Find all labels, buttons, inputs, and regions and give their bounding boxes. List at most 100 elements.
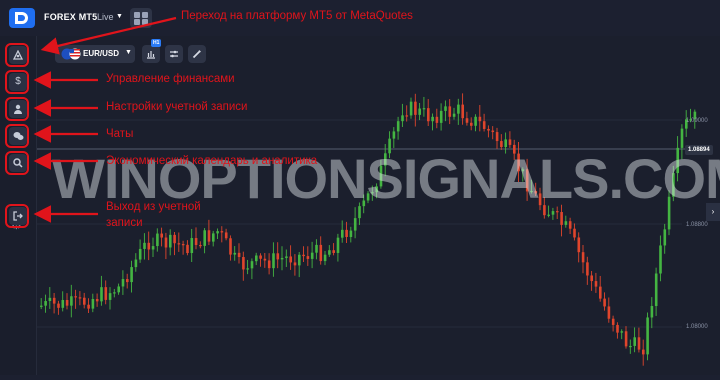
candle-body: [457, 104, 460, 114]
eur-usd-flag-icon: [61, 48, 81, 60]
candle-body: [392, 131, 396, 139]
candle-body: [461, 104, 464, 119]
pair-label: EUR/USD: [83, 49, 120, 58]
candle-body: [306, 256, 310, 259]
candle-body: [65, 300, 69, 306]
candle-body: [478, 116, 482, 122]
candle-body: [414, 101, 417, 115]
brand-name: FOREX MT5: [44, 12, 98, 22]
candle-body: [616, 324, 619, 333]
candle-body: [452, 113, 456, 117]
candle-body: [405, 115, 409, 117]
candle-body: [341, 229, 344, 238]
candle-body: [104, 287, 108, 300]
indicators-button[interactable]: [165, 45, 183, 63]
candle-body: [611, 318, 615, 325]
candle-body: [508, 139, 512, 145]
broker-logo-icon[interactable]: [9, 8, 35, 28]
candle-body: [255, 255, 258, 262]
candle-body: [289, 256, 292, 263]
account-mode[interactable]: Live: [97, 12, 114, 22]
candle-body: [336, 237, 340, 253]
highlight-frame: [5, 97, 29, 121]
candle-body: [474, 116, 477, 126]
timeframe-badge: H1: [151, 39, 162, 47]
candle-body: [319, 244, 323, 262]
candle-body: [633, 337, 636, 346]
candle-body: [169, 234, 172, 248]
candle-body: [242, 257, 245, 270]
candle-body: [310, 252, 314, 259]
candle-body: [624, 331, 628, 347]
candle-body: [263, 258, 267, 261]
candle-body: [121, 279, 125, 287]
grid-icon-cell: [142, 19, 148, 25]
price-tick: 1.08000: [686, 324, 708, 330]
candle-body: [147, 242, 151, 250]
price-tick: 1.09000: [686, 118, 708, 124]
candle-body: [345, 229, 348, 237]
grid-icon-cell: [134, 19, 140, 25]
chevron-down-icon[interactable]: ▼: [116, 13, 123, 20]
price-tick: 1.08800: [686, 222, 708, 228]
candle-body: [194, 238, 198, 245]
candle-body: [143, 242, 146, 249]
candle-body: [250, 261, 254, 269]
drawing-button[interactable]: [188, 45, 206, 63]
candle-body: [431, 116, 434, 122]
candle-body: [353, 218, 357, 231]
candle-body: [465, 118, 469, 123]
candle-body: [40, 305, 43, 307]
pair-selector[interactable]: EUR/USD ▼: [55, 45, 135, 63]
candle-body: [349, 230, 353, 237]
candle-body: [495, 132, 499, 142]
candle-body: [108, 293, 112, 300]
candle-body: [285, 256, 288, 258]
grid-icon-cell: [142, 12, 148, 18]
chart-type-button[interactable]: [142, 45, 160, 63]
highlight-frame: [5, 204, 29, 228]
candle-body: [547, 214, 550, 216]
candle-body: [95, 299, 99, 302]
candle-body: [44, 301, 47, 306]
candle-body: [91, 299, 95, 309]
candle-body: [564, 221, 568, 225]
grid-button[interactable]: [130, 8, 152, 28]
candle-body: [427, 108, 430, 122]
annotation-logout: Выход из учетной: [106, 201, 201, 213]
candle-body: [293, 262, 297, 266]
candle-body: [181, 244, 185, 246]
candle-body: [581, 252, 585, 263]
candle-body: [444, 106, 447, 111]
candle-body: [113, 292, 116, 294]
candle-body: [83, 297, 86, 305]
candle-body: [177, 243, 181, 245]
candle-body: [551, 211, 555, 215]
candle-body: [267, 260, 271, 269]
annotation-chats: Чаты: [106, 128, 134, 140]
candle-body: [138, 248, 142, 260]
candle-body: [332, 250, 335, 253]
candle-body: [70, 296, 73, 306]
candle-body: [650, 306, 654, 318]
candle-body: [134, 259, 138, 268]
candle-body: [302, 254, 305, 257]
candle-body: [401, 115, 404, 122]
drawing-icon: [192, 50, 201, 59]
annotation-account: Настройки учетной записи: [106, 101, 248, 113]
candle-body: [556, 211, 559, 213]
candle-body: [418, 108, 421, 115]
candle-body: [246, 268, 249, 270]
candle-body: [637, 337, 641, 350]
candle-body: [117, 286, 120, 293]
candle-body: [448, 106, 452, 117]
candle-body: [603, 298, 606, 307]
candle-body: [560, 212, 563, 225]
candle-body: [594, 281, 598, 287]
highlight-frame: [5, 124, 29, 148]
candle-body: [607, 306, 611, 319]
highlight-frame: [5, 43, 29, 67]
candle-body: [272, 253, 275, 269]
candle-body: [186, 244, 189, 254]
candle-body: [680, 128, 684, 148]
